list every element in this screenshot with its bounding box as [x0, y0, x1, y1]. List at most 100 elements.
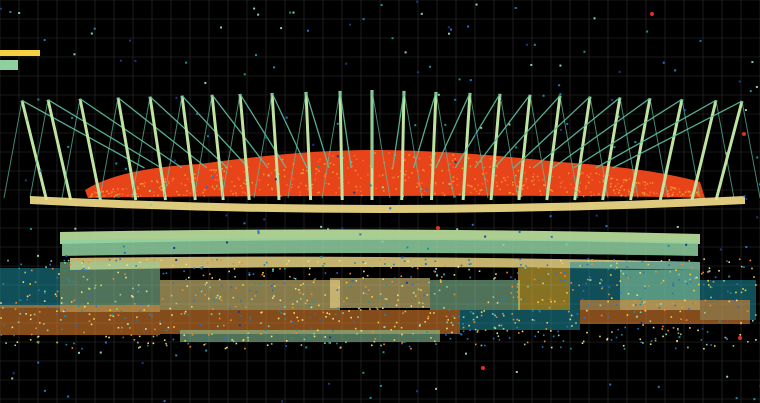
facade-point — [587, 303, 589, 306]
roof-point — [110, 195, 113, 197]
roof-point — [262, 173, 265, 176]
roof-point — [136, 185, 139, 188]
facade-point — [728, 261, 731, 263]
roof-point — [542, 179, 544, 181]
facade-point — [531, 319, 534, 321]
facade-point — [696, 276, 698, 279]
noise-point — [456, 228, 459, 231]
facade-point — [472, 318, 475, 321]
roof-point — [180, 182, 183, 185]
facade-point — [154, 328, 156, 331]
facade-point — [187, 342, 190, 345]
facade-point — [563, 284, 565, 287]
facade-point — [69, 263, 72, 266]
facade-point — [493, 326, 496, 329]
roof-point — [610, 177, 613, 180]
facade-point — [402, 312, 404, 314]
roof-point — [300, 172, 302, 175]
facade-point — [616, 304, 618, 306]
noise-point — [349, 23, 352, 26]
roof-point — [668, 195, 671, 198]
facade-point — [259, 283, 262, 285]
facade-point — [47, 306, 49, 309]
facade-point — [81, 310, 83, 312]
facade-point — [73, 299, 76, 302]
facade-point — [121, 326, 123, 329]
facade-point — [210, 313, 213, 315]
facade-point — [421, 302, 424, 305]
facade-point — [112, 278, 115, 280]
facade-point — [226, 346, 228, 349]
roof-point — [299, 182, 302, 185]
noise-point — [549, 215, 552, 218]
noise-point — [518, 230, 521, 233]
facade-point — [108, 264, 111, 266]
facade-point — [705, 343, 708, 346]
facade-point — [601, 279, 603, 282]
roof-point — [235, 194, 238, 197]
facade-point — [661, 328, 664, 330]
facade-point — [137, 346, 140, 349]
facade-point — [159, 323, 162, 325]
noise-point — [73, 53, 76, 56]
facade-point — [508, 337, 511, 339]
roof-point — [408, 154, 410, 156]
facade-point — [476, 331, 479, 333]
facade-point — [744, 289, 747, 292]
facade-point — [423, 294, 425, 297]
roof-point — [325, 182, 328, 185]
facade-point — [36, 341, 39, 343]
noise-point — [150, 203, 153, 206]
roof-point — [216, 174, 218, 176]
noise-point — [267, 174, 270, 177]
roof-point — [347, 167, 349, 169]
roof-point — [381, 174, 384, 176]
roof-point — [306, 188, 309, 190]
roof-point — [646, 193, 648, 196]
facade-point — [44, 290, 46, 293]
facade-point — [678, 279, 681, 281]
facade-point — [468, 324, 470, 327]
facade-point — [203, 343, 205, 346]
facade-point — [466, 338, 469, 340]
roof-point — [118, 193, 121, 195]
facade-point — [567, 310, 570, 313]
facade-point — [662, 325, 664, 328]
facade-point — [712, 280, 715, 283]
facade-point — [691, 266, 693, 269]
noise-point — [508, 123, 511, 126]
noise-point — [175, 96, 178, 99]
facade-point — [138, 310, 141, 312]
facade-point — [98, 296, 101, 298]
roof-point — [656, 192, 658, 195]
noise-point — [533, 43, 536, 46]
noise-point — [11, 377, 14, 380]
roof-point — [681, 193, 684, 196]
noise-point — [454, 161, 457, 164]
facade-point — [338, 320, 340, 322]
roof-point — [418, 157, 421, 160]
roof-point — [355, 158, 358, 160]
facade-point — [356, 332, 358, 335]
facade-point — [357, 316, 359, 318]
facade-point — [111, 313, 114, 316]
noise-point — [428, 65, 431, 68]
roof-point — [404, 179, 407, 182]
facade-point — [70, 301, 73, 303]
facade-point — [33, 313, 36, 316]
roof-point — [102, 195, 105, 197]
noise-point — [403, 340, 406, 343]
facade-point — [291, 321, 294, 323]
noise-point — [464, 352, 467, 355]
roof-point — [580, 171, 583, 174]
facade-point — [324, 336, 327, 338]
roof-point — [172, 177, 175, 180]
roof-point — [687, 190, 689, 192]
facade-point — [393, 339, 396, 341]
roof-point — [689, 191, 691, 193]
facade-point — [81, 268, 84, 271]
facade-point — [220, 299, 223, 302]
roof-point — [531, 180, 533, 182]
noise-point — [308, 337, 311, 340]
noise-point — [317, 166, 320, 169]
